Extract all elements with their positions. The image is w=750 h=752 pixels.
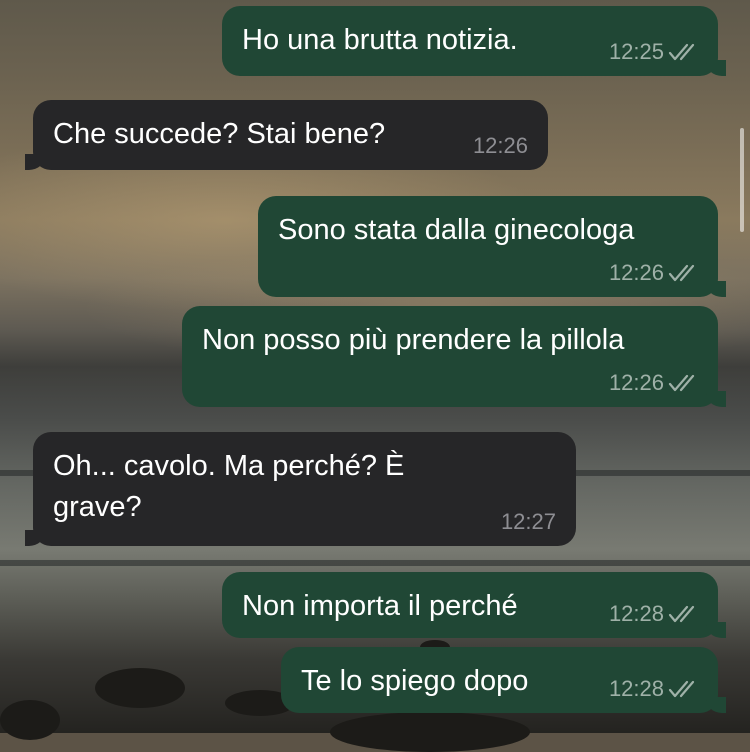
message-text: Ho una brutta notizia. [242,24,518,56]
message-text: Te lo spiego dopo [301,665,529,697]
message-bubble-outgoing[interactable]: Non posso più prendere la pillola 12:26 [182,306,726,407]
message-meta: 12:26 [609,261,698,285]
message-meta: 12:28 [609,602,698,626]
message-text: Oh... cavolo. Ma perché? È grave? [53,450,405,523]
message-meta: 12:26 [473,134,528,158]
message-time: 12:26 [608,370,664,395]
scrollbar[interactable] [740,128,744,232]
message-time: 12:25 [608,39,664,64]
message-bubble-outgoing[interactable]: Sono stata dalla ginecologa 12:26 [258,196,726,297]
message-meta: 12:27 [501,510,556,534]
message-time: 12:26 [608,260,664,285]
message-bubble-outgoing[interactable]: Non importa il perché 12:28 [222,572,726,638]
message-text: Che succede? Stai bene? [53,118,386,150]
double-check-icon [668,263,698,283]
double-check-icon [668,679,698,699]
message-meta: 12:28 [609,677,698,701]
message-time: 12:26 [472,133,528,158]
message-time: 12:28 [608,676,664,701]
message-time: 12:28 [608,601,664,626]
message-meta: 12:26 [609,371,698,395]
wallpaper-wave [0,560,750,566]
message-text: Non posso più prendere la pillola [202,324,625,356]
double-check-icon [668,373,698,393]
message-bubble-outgoing[interactable]: Te lo spiego dopo 12:28 [281,647,726,713]
double-check-icon [668,42,698,62]
double-check-icon [668,604,698,624]
message-text: Sono stata dalla ginecologa [278,214,635,246]
message-bubble-outgoing[interactable]: Ho una brutta notizia. 12:25 [222,6,726,76]
message-text: Non importa il perché [242,590,518,622]
message-time: 12:27 [500,509,556,534]
message-bubble-incoming[interactable]: Oh... cavolo. Ma perché? È grave? 12:27 [25,432,576,546]
wallpaper-rock [0,700,60,740]
wallpaper-rock [330,712,530,752]
message-meta: 12:25 [609,40,698,64]
message-bubble-incoming[interactable]: Che succede? Stai bene? 12:26 [25,100,548,170]
wallpaper-rock [95,668,185,708]
